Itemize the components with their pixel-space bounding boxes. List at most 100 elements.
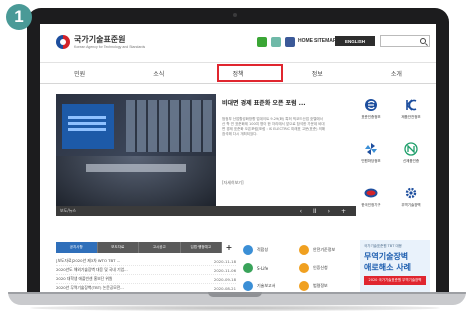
tab-announcements[interactable]: 고시공고 [139, 242, 181, 253]
service-link-safety-standards[interactable]: 안전기준정보 [299, 242, 355, 258]
pinwheel-icon [365, 143, 377, 155]
hero-more-button[interactable]: + [341, 208, 346, 215]
certification-icon [299, 263, 309, 273]
banner-strip: 2020 국가기술표준원 무역기술장벽 [364, 276, 426, 285]
quick-link-label: 한국인정기구 [361, 203, 381, 207]
quick-link-label: 신제품인증 [402, 159, 420, 163]
news-date: 2020-11-06 [213, 267, 236, 273]
kc-mark-icon [406, 99, 417, 111]
nav-item-news[interactable]: 소식 [119, 63, 198, 83]
list-item[interactable]: 2020 대학생 애플빈센 홍보단 위원 2020-09-18 [56, 275, 236, 284]
banner-small-text: 국가기술표준원 TBT 대응 [364, 244, 402, 248]
stage-desk [86, 164, 186, 172]
banner-headline-2: 애로해소 사례 [364, 263, 411, 272]
e-logo-icon [365, 99, 377, 111]
kolas-oval-icon [364, 188, 378, 198]
laptop-shadow [30, 305, 440, 311]
nav-item-about[interactable]: 소개 [357, 63, 436, 83]
sitemap-link[interactable]: SITEMAP [314, 38, 336, 44]
list-item[interactable]: [보도자료]2020년 제3차 WTO TBT ... 2020-11-18 [56, 257, 236, 266]
news-date: 2020-08-21 [213, 285, 236, 291]
quick-link-label: 표준인증정보 [361, 115, 381, 119]
hero-controls: ‹ II › + [216, 206, 356, 216]
quick-link-kolas[interactable]: 한국인정기구 [352, 184, 390, 214]
list-item[interactable]: 2020년 무역기술장벽(TBT) 논문공모전... 2020-08-21 [56, 284, 236, 292]
tbt-banner[interactable]: 국가기술표준원 TBT 대응 무역기술장벽 애로해소 사례 2020 국가기술표… [360, 240, 430, 292]
screenshot-stage: 1 국가기술표준원 Korean Agency for Technology a… [0, 0, 468, 318]
hero-title[interactable]: 비대면 경제 표준화 오픈 포럼 ... [222, 98, 326, 107]
hero-news-section: 보도/뉴스 비대면 경제 표준화 오픈 포럼 ... 범정부 산업활성화방향 업… [56, 94, 356, 229]
quick-link-civil[interactable]: 민원마당정보 [352, 140, 390, 170]
logo-title[interactable]: 국가기술표준원 [74, 34, 126, 45]
quick-link-tbt[interactable]: 무역기술장벽 [392, 184, 430, 214]
nav-item-civil[interactable]: 민원 [40, 63, 119, 83]
service-link-conformity[interactable]: 적합성 [243, 242, 299, 258]
hero-more-link[interactable]: [자세히보기] [222, 180, 244, 186]
conformity-icon [243, 245, 253, 255]
tab-legislation[interactable]: 입법·행정예고 [180, 242, 222, 253]
hero-text-block: 비대면 경제 표준화 오픈 포럼 ... 범정부 산업활성화방향 업데이트 9.… [222, 94, 326, 216]
board-tabs: 공지사항 보도자료 고시공고 입법·행정예고 + [56, 242, 236, 253]
service-label: 기술보고서 [257, 283, 276, 288]
step-number-badge: 1 [6, 4, 32, 30]
chat-icon[interactable] [257, 37, 267, 47]
nav-item-info[interactable]: 정보 [278, 63, 357, 83]
quick-link-label: 제품안전정보 [401, 115, 421, 119]
banner-headline-1: 무역기술장벽 [364, 252, 409, 261]
quick-link-new-product[interactable]: 신제품인증 [392, 140, 430, 170]
site-header: 국가기술표준원 Korean Agency for Technology and… [40, 24, 436, 62]
nep-mark-icon [404, 142, 418, 156]
quick-link-label: 민원마당정보 [361, 159, 381, 163]
service-link-tech-report[interactable]: 기술보고서 [243, 278, 299, 292]
service-label: S-Life [257, 265, 269, 271]
news-date: 2020-09-18 [213, 276, 236, 282]
service-label: 인증신청 [313, 265, 328, 270]
hero-photo[interactable] [56, 94, 216, 206]
quick-link-standards[interactable]: 표준인증정보 [352, 96, 390, 126]
logo-subtitle: Korean Agency for Technology and Standar… [74, 45, 146, 49]
quick-links-grid: 표준인증정보 제품안전정보 민원마당정보 신제품인증 한국인정기구 무역기술장벽 [352, 94, 430, 229]
service-link-s-life[interactable]: S-Life [243, 260, 299, 276]
news-title[interactable]: 2020년도 해외기술장벽 대응 및 국내 기업... [56, 267, 128, 273]
safety-standards-icon [299, 245, 309, 255]
service-link-certification[interactable]: 인증신청 [299, 260, 355, 276]
news-title[interactable]: [보도자료]2020년 제3차 WTO TBT ... [56, 258, 120, 264]
laptop-notch [208, 292, 262, 297]
facebook-icon[interactable] [285, 37, 295, 47]
hero-caption: 보도/뉴스 [56, 206, 216, 216]
tech-report-icon [243, 281, 253, 291]
hero-pause-button[interactable]: II [313, 208, 317, 215]
tab-notices[interactable]: 공지사항 [56, 242, 98, 253]
policy-highlight-box [217, 64, 283, 82]
service-link-law[interactable]: 법령정보 [299, 278, 355, 292]
list-item[interactable]: 2020년도 해외기술장벽 대응 및 국내 기업... 2020-11-06 [56, 266, 236, 275]
news-title[interactable]: 2020 대학생 애플빈센 홍보단 위원 [56, 276, 112, 282]
video-wall [126, 100, 212, 152]
search-input[interactable] [380, 35, 430, 47]
news-title[interactable]: 2020년 무역기술장벽(TBT) 논문공모전... [56, 285, 124, 291]
kats-logo-icon[interactable] [56, 35, 70, 49]
hero-body: 범정부 산업활성화방향 업데이트 9.29(화) 특허 빅코드산업 호텔에서 산… [222, 117, 326, 136]
tab-press[interactable]: 보도자료 [97, 242, 139, 253]
board-more-button[interactable]: + [222, 242, 236, 253]
forum-banner-panel [62, 104, 114, 149]
news-date: 2020-11-18 [213, 258, 236, 264]
service-label: 적합성 [257, 247, 269, 252]
home-link[interactable]: HOME [298, 38, 313, 44]
news-list: [보도자료]2020년 제3차 WTO TBT ... 2020-11-18 2… [56, 257, 236, 292]
hero-next-button[interactable]: › [328, 208, 330, 215]
hero-prev-button[interactable]: ‹ [300, 208, 302, 215]
laptop-screen: 국가기술표준원 Korean Agency for Technology and… [40, 24, 436, 292]
sign-language-icon[interactable] [271, 37, 281, 47]
quick-link-product-safety[interactable]: 제품안전정보 [392, 96, 430, 126]
s-life-icon [243, 263, 253, 273]
english-button[interactable]: ENGLISH [335, 36, 375, 46]
service-label: 법령정보 [313, 283, 328, 288]
law-icon [299, 281, 309, 291]
quick-link-label: 무역기술장벽 [401, 203, 421, 207]
laptop-camera [233, 13, 237, 17]
gear-icon [405, 187, 417, 199]
service-links: 적합성 안전기준정보 S-Life 인증신청 기술보고서 법령정보 [243, 242, 355, 292]
service-label: 안전기준정보 [313, 247, 336, 252]
search-icon[interactable] [420, 38, 426, 44]
